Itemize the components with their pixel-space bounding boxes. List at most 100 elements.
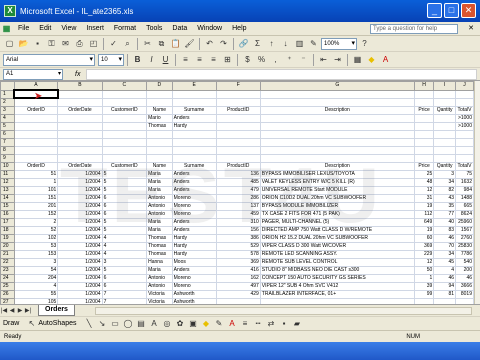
cell-h22[interactable]: 12	[413, 257, 435, 267]
cell-h3[interactable]: Price	[413, 105, 435, 115]
row-header[interactable]: 3	[0, 105, 15, 115]
diagram-icon[interactable]: ◎	[161, 317, 174, 330]
row-header[interactable]: 7	[0, 137, 15, 147]
cell-e20[interactable]: Hardy	[171, 241, 217, 251]
menu-data[interactable]: Data	[167, 25, 192, 32]
cell-i16[interactable]: 77	[433, 209, 456, 219]
cell-a10[interactable]: OrderID	[13, 161, 59, 171]
cell-g11[interactable]: BYPASS IMMOBILISER LEXUS/TOYOTA	[259, 169, 415, 179]
cell-d18[interactable]: Maria	[146, 225, 173, 235]
cell-h7[interactable]	[413, 137, 435, 147]
cell-g3[interactable]: Description	[259, 105, 415, 115]
cell-a3[interactable]: OrderID	[13, 105, 59, 115]
print-preview-icon[interactable]: ◰	[87, 37, 100, 50]
row-header[interactable]: 6	[0, 129, 15, 139]
cell-h11[interactable]: 25	[413, 169, 435, 179]
cell-h24[interactable]: 1	[413, 273, 435, 283]
cell-a9[interactable]	[13, 153, 59, 163]
print-icon[interactable]: ⎙	[73, 37, 86, 50]
cell-j24[interactable]: 46	[455, 273, 474, 283]
cell-a18[interactable]: 52	[13, 225, 59, 235]
cell-d26[interactable]: Victoria	[146, 289, 173, 299]
cell-j10[interactable]: TotalV	[455, 161, 474, 171]
cell-b7[interactable]	[57, 137, 103, 147]
cell-j8[interactable]	[455, 145, 474, 155]
cell-b20[interactable]: 1/2004	[57, 241, 103, 251]
draw-fill-color-icon[interactable]: ◆	[200, 317, 213, 330]
cell-c10[interactable]: CustomerID	[101, 161, 148, 171]
cell-a23[interactable]: 54	[13, 265, 59, 275]
row-header[interactable]: 8	[0, 145, 15, 155]
chart-wizard-icon[interactable]: ▥	[293, 37, 306, 50]
cell-j26[interactable]: 8019	[455, 289, 474, 299]
cell-j15[interactable]: 665	[455, 201, 474, 211]
align-left-icon[interactable]: ≡	[179, 53, 192, 66]
cell-f5[interactable]	[215, 121, 261, 131]
cell-d15[interactable]: Antonio	[146, 201, 173, 211]
cell-a6[interactable]	[13, 129, 59, 139]
name-box[interactable]: A1	[3, 68, 63, 80]
cell-g13[interactable]: UNIVERSAL REMOTE Start MODULE	[259, 185, 415, 195]
cell-h17[interactable]: 649	[413, 217, 435, 227]
line-style-icon[interactable]: ≡	[239, 317, 252, 330]
cell-c18[interactable]: 5	[101, 225, 148, 235]
drawing-icon[interactable]: ✎	[307, 37, 320, 50]
cell-c12[interactable]: 5	[101, 177, 148, 187]
cell-d23[interactable]: Maria	[146, 265, 173, 275]
cell-e18[interactable]: Anders	[171, 225, 217, 235]
last-sheet-icon[interactable]: ▶|	[24, 307, 32, 314]
cell-g23[interactable]: STUDIO 8" MIDBASS NEO DIE CAST s300	[259, 265, 415, 275]
cell-g18[interactable]: DIRECTED AMP 750 Watt CLASS D W/REMOTE	[259, 225, 415, 235]
cell-a25[interactable]: 4	[13, 281, 59, 291]
row-header[interactable]: 16	[0, 209, 15, 219]
undo-icon[interactable]: ↶	[203, 37, 216, 50]
cell-a21[interactable]: 153	[13, 249, 59, 259]
cell-c24[interactable]: 6	[101, 273, 148, 283]
cell-d5[interactable]: Thomas	[146, 121, 173, 131]
cell-f14[interactable]: 286	[215, 193, 261, 203]
cell-f10[interactable]: ProductID	[215, 161, 261, 171]
cell-b26[interactable]: 1/2004	[57, 289, 103, 299]
font-select[interactable]: Arial	[3, 53, 95, 66]
column-header-c[interactable]: C	[101, 81, 148, 91]
cell-i21[interactable]: 34	[433, 249, 456, 259]
horizontal-scrollbar[interactable]	[94, 306, 472, 315]
cell-f17[interactable]: 310	[215, 217, 261, 227]
cell-g25[interactable]: VIPER 12" SUB 4 Ohm SVC V412	[259, 281, 415, 291]
menu-tools[interactable]: Tools	[141, 25, 167, 32]
cell-f2[interactable]	[215, 97, 261, 107]
cell-a17[interactable]: 2	[13, 217, 59, 227]
cell-b25[interactable]: 1/2004	[57, 281, 103, 291]
cell-h2[interactable]	[413, 97, 435, 107]
cell-i14[interactable]: 43	[433, 193, 456, 203]
cell-j23[interactable]: 200	[455, 265, 474, 275]
cell-j25[interactable]: 3666	[455, 281, 474, 291]
open-icon[interactable]: 📂	[17, 37, 30, 50]
cell-e3[interactable]: Surname	[171, 105, 217, 115]
cell-d11[interactable]: Maria	[146, 169, 173, 179]
cell-h13[interactable]: 12	[413, 185, 435, 195]
help-search-input[interactable]: Type a question for help	[370, 24, 458, 34]
zoom-select[interactable]: 100%	[321, 37, 357, 50]
cell-d21[interactable]: Thomas	[146, 249, 173, 259]
cell-b8[interactable]	[57, 145, 103, 155]
next-sheet-icon[interactable]: ▶	[16, 307, 24, 314]
select-objects-icon[interactable]: ↖	[25, 317, 38, 330]
cell-a15[interactable]: 201	[13, 201, 59, 211]
cell-a4[interactable]	[13, 113, 59, 123]
cell-g9[interactable]	[259, 153, 415, 163]
menu-help[interactable]: Help	[227, 25, 251, 32]
cell-g22[interactable]: REMOTE SUB LEVEL CONTROL	[259, 257, 415, 267]
cell-j11[interactable]: 75	[455, 169, 474, 179]
cell-d19[interactable]: Thomas	[146, 233, 173, 243]
cell-i26[interactable]: 81	[433, 289, 456, 299]
arrow-icon[interactable]: ↘	[96, 317, 109, 330]
cell-d12[interactable]: Maria	[146, 177, 173, 187]
menu-view[interactable]: View	[56, 25, 81, 32]
cell-c14[interactable]: 6	[101, 193, 148, 203]
align-center-icon[interactable]: ≡	[193, 53, 206, 66]
decrease-indent-icon[interactable]: ⇤	[317, 53, 330, 66]
cell-g26[interactable]: TRAILBLAZER INTERFACE, 01+	[259, 289, 415, 299]
cell-a12[interactable]: 1	[13, 177, 59, 187]
row-header[interactable]: 10	[0, 161, 15, 171]
